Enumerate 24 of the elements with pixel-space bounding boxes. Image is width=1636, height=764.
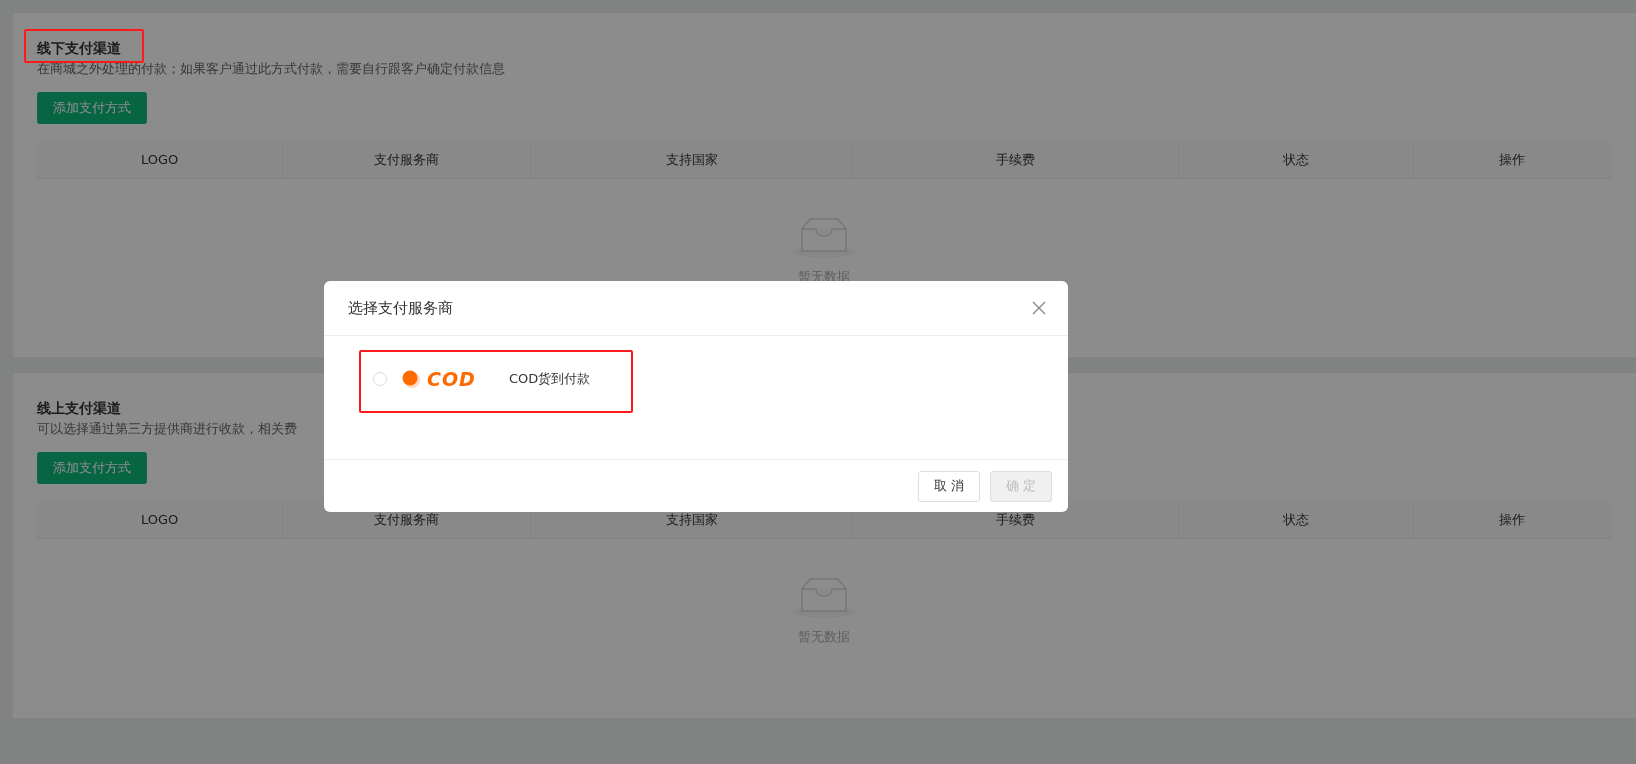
add-payment-button[interactable]: 添加支付方式 [37, 452, 147, 484]
column-header: 支付服务商 [374, 510, 440, 529]
close-icon[interactable] [1032, 301, 1046, 315]
section-description: 在商城之外处理的付款；如果客户通过此方式付款，需要自行跟客户确定付款信息 [37, 60, 506, 78]
column-header: LOGO [140, 152, 179, 167]
column-header: 手续费 [996, 150, 1036, 169]
column-header: 操作 [1499, 150, 1526, 169]
column-header: 状态 [1283, 510, 1309, 529]
section-title: 线下支付渠道 [37, 39, 121, 58]
column-header: LOGO [140, 512, 179, 527]
dialog-title: 选择支付服务商 [348, 298, 453, 318]
section-title: 线上支付渠道 [37, 399, 121, 418]
column-header: 状态 [1283, 150, 1309, 169]
section-description: 可以选择通过第三方提供商进行收款，相关费 [37, 420, 298, 438]
column-header: 操作 [1499, 510, 1526, 529]
column-header: 支持国家 [665, 510, 718, 529]
column-header: 手续费 [996, 510, 1036, 529]
logo-dot-icon [401, 369, 421, 389]
column-header: 支持国家 [665, 150, 718, 169]
add-payment-button[interactable]: 添加支付方式 [37, 92, 147, 124]
cod-logo: COD [427, 368, 476, 390]
provider-name[interactable]: COD货到付款 [509, 370, 591, 388]
cancel-button[interactable]: 取 消 [918, 470, 980, 502]
column-header: 支付服务商 [374, 150, 440, 169]
